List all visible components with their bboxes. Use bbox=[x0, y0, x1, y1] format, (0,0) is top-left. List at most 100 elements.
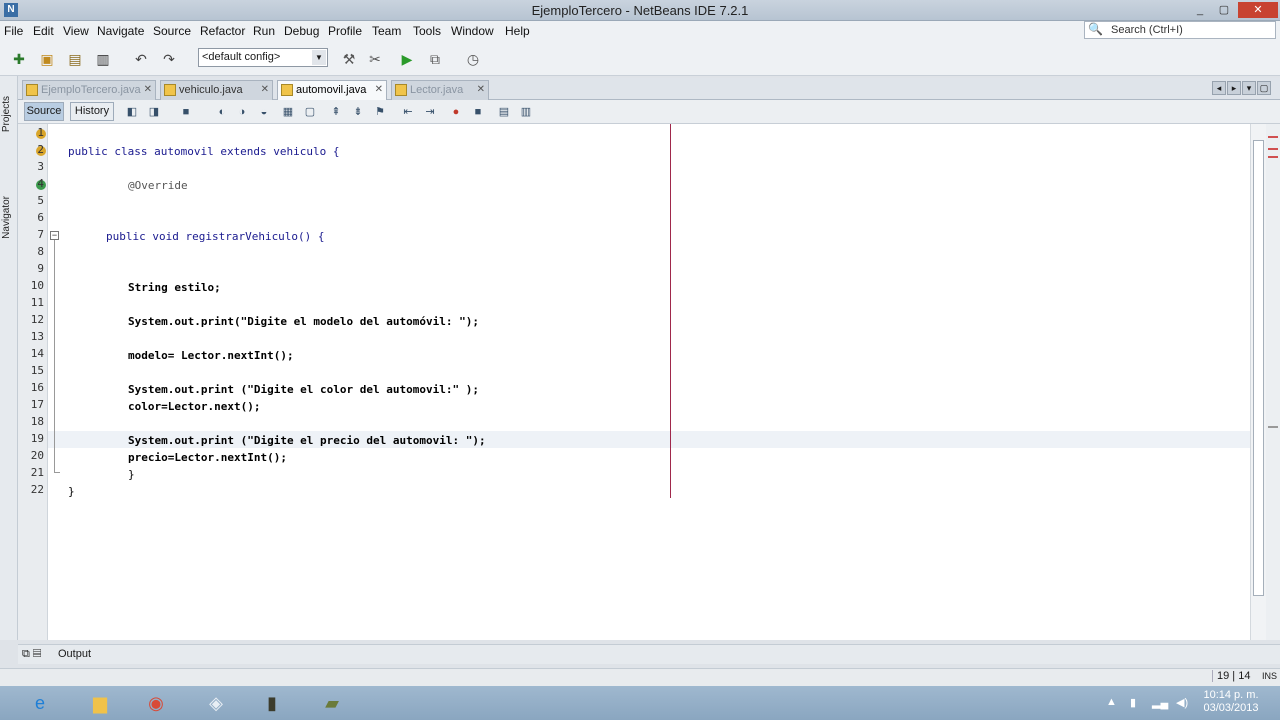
navigator-panel-tab[interactable]: Navigator bbox=[1, 196, 12, 239]
find-previous-icon[interactable]: ◐ bbox=[214, 104, 230, 120]
fold-collapse-icon[interactable]: − bbox=[50, 231, 59, 240]
chevron-down-icon[interactable]: ▾ bbox=[1242, 81, 1256, 95]
toggle-bookmark-icon[interactable]: ⚑ bbox=[372, 104, 388, 120]
close-icon[interactable]: ✕ bbox=[375, 81, 383, 99]
undo-icon[interactable]: ↶ bbox=[130, 48, 152, 70]
clean-build-icon[interactable]: ✂ bbox=[364, 48, 386, 70]
save-all-icon[interactable]: ▥ bbox=[92, 48, 114, 70]
close-icon[interactable]: ✕ bbox=[261, 81, 269, 99]
scroll-right-icon[interactable]: ▸ bbox=[1227, 81, 1241, 95]
menu-window[interactable]: Window bbox=[451, 24, 494, 38]
tray-expand-icon[interactable]: ▲ bbox=[1106, 696, 1117, 708]
stop-macro-icon[interactable]: ■ bbox=[470, 104, 486, 120]
redo-icon[interactable]: ↷ bbox=[158, 48, 180, 70]
next-bookmark-icon[interactable]: ⇟ bbox=[350, 104, 366, 120]
menu-source[interactable]: Source bbox=[153, 24, 191, 38]
build-icon[interactable]: ⚒ bbox=[338, 48, 360, 70]
toggle-highlight-icon[interactable]: ▦ bbox=[280, 104, 296, 120]
file-explorer-icon[interactable]: ▆ bbox=[80, 688, 120, 718]
code-line[interactable]: public class automovil extends vehiculo … bbox=[68, 143, 340, 160]
system-clock[interactable]: 10:14 p. m. 03/03/2013 bbox=[1196, 689, 1266, 715]
menu-help[interactable]: Help bbox=[505, 24, 530, 38]
toggle-rect-selection-icon[interactable]: ▢ bbox=[302, 104, 318, 120]
shift-left-icon[interactable]: ⇤ bbox=[400, 104, 416, 120]
code-line[interactable]: @Override bbox=[128, 177, 188, 194]
profile-icon[interactable]: ◷ bbox=[462, 48, 484, 70]
output-tab[interactable]: Output bbox=[58, 648, 91, 660]
last-edit-icon[interactable]: ◧ bbox=[124, 104, 140, 120]
open-project-icon[interactable]: ▤ bbox=[64, 48, 86, 70]
menu-navigate[interactable]: Navigate bbox=[97, 24, 144, 38]
signal-icon[interactable]: ▂▄ bbox=[1152, 696, 1168, 709]
chrome-icon[interactable]: ◉ bbox=[136, 688, 176, 718]
back-icon[interactable]: ◨ bbox=[146, 104, 162, 120]
close-icon[interactable]: ✕ bbox=[477, 81, 485, 99]
run-icon[interactable]: ▶ bbox=[396, 48, 418, 70]
code-line[interactable]: modelo= Lector.nextInt(); bbox=[128, 347, 294, 364]
tab-ejemplotercero[interactable]: EjemploTercero.java ✕ bbox=[22, 80, 156, 100]
shift-right-icon[interactable]: ⇥ bbox=[422, 104, 438, 120]
close-icon[interactable]: ✕ bbox=[144, 81, 152, 99]
line-number: 2 bbox=[37, 143, 44, 156]
menu-view[interactable]: View bbox=[63, 24, 89, 38]
internet-explorer-icon[interactable]: e bbox=[20, 688, 60, 718]
menu-run[interactable]: Run bbox=[253, 24, 275, 38]
search-box[interactable]: 🔍 Search (Ctrl+I) bbox=[1084, 21, 1276, 39]
scroll-left-icon[interactable]: ◂ bbox=[1212, 81, 1226, 95]
projects-panel-tab[interactable]: Projects bbox=[1, 96, 12, 132]
code-line[interactable]: String estilo; bbox=[128, 279, 221, 296]
forward-icon[interactable]: ■ bbox=[178, 104, 194, 120]
tab-automovil[interactable]: automovil.java ✕ bbox=[277, 80, 387, 100]
line-number: 19 bbox=[30, 432, 44, 445]
error-stripe-mark[interactable] bbox=[1268, 156, 1278, 158]
menu-refactor[interactable]: Refactor bbox=[200, 24, 245, 38]
tab-lector[interactable]: Lector.java ✕ bbox=[391, 80, 489, 100]
scrollbar-thumb[interactable] bbox=[1253, 140, 1264, 596]
start-macro-icon[interactable]: ● bbox=[448, 104, 464, 120]
maximize-icon[interactable]: ▢ bbox=[1257, 81, 1271, 95]
history-tab[interactable]: History bbox=[70, 102, 114, 121]
find-selection-icon[interactable]: ◒ bbox=[256, 104, 272, 120]
menu-debug[interactable]: Debug bbox=[284, 24, 319, 38]
error-stripe-mark[interactable] bbox=[1268, 148, 1278, 150]
insert-mode: INS bbox=[1262, 671, 1278, 681]
menu-team[interactable]: Team bbox=[372, 24, 401, 38]
menu-file[interactable]: File bbox=[4, 24, 23, 38]
source-tab[interactable]: Source bbox=[24, 102, 64, 121]
output-window-icon[interactable]: ⧉ ▤ bbox=[22, 648, 41, 661]
tab-vehiculo[interactable]: vehiculo.java ✕ bbox=[160, 80, 273, 100]
code-line[interactable]: precio=Lector.nextInt(); bbox=[128, 449, 287, 466]
config-select[interactable]: <default config> ▼ bbox=[198, 48, 328, 67]
error-stripe-mark[interactable] bbox=[1268, 426, 1278, 428]
box-app-icon[interactable]: ◈ bbox=[196, 688, 236, 718]
code-line[interactable]: System.out.print("Digite el modelo del a… bbox=[128, 313, 479, 330]
volume-icon[interactable]: ◀) bbox=[1176, 696, 1188, 709]
netbeans-taskbar-icon[interactable]: ▰ bbox=[312, 688, 352, 718]
comment-icon[interactable]: ▤ bbox=[496, 104, 512, 120]
chevron-down-icon[interactable]: ▼ bbox=[312, 50, 326, 65]
new-file-icon[interactable]: ✚ bbox=[8, 48, 30, 70]
menu-profile[interactable]: Profile bbox=[328, 24, 362, 38]
code-line[interactable]: public void registrarVehiculo() { bbox=[106, 228, 325, 245]
code-line[interactable]: } bbox=[128, 466, 135, 483]
code-line[interactable]: System.out.print ("Digite el color del a… bbox=[128, 381, 479, 398]
menu-tools[interactable]: Tools bbox=[413, 24, 441, 38]
menu-edit[interactable]: Edit bbox=[33, 24, 54, 38]
new-project-icon[interactable]: ▣ bbox=[36, 48, 58, 70]
error-stripe-mark[interactable] bbox=[1268, 136, 1278, 138]
jar-app-icon[interactable]: ▮ bbox=[252, 688, 292, 718]
uncomment-icon[interactable]: ▥ bbox=[518, 104, 534, 120]
network-icon[interactable]: ▮ bbox=[1130, 696, 1136, 709]
code-line[interactable]: color=Lector.next(); bbox=[128, 398, 260, 415]
maximize-button[interactable]: ▢ bbox=[1212, 2, 1236, 18]
code-line[interactable]: System.out.print ("Digite el precio del … bbox=[128, 432, 486, 449]
minimize-button[interactable]: _ bbox=[1188, 2, 1212, 18]
debug-icon[interactable]: ⧉ bbox=[424, 48, 446, 70]
find-next-icon[interactable]: ◑ bbox=[234, 104, 250, 120]
code-line[interactable]: } bbox=[68, 483, 75, 500]
status-bar: 19 | 14 INS bbox=[0, 668, 1280, 686]
previous-bookmark-icon[interactable]: ⇞ bbox=[328, 104, 344, 120]
line-number: 12 bbox=[30, 313, 44, 326]
close-button[interactable]: ✕ bbox=[1238, 2, 1278, 18]
editor-scrollbar[interactable] bbox=[1250, 124, 1266, 640]
